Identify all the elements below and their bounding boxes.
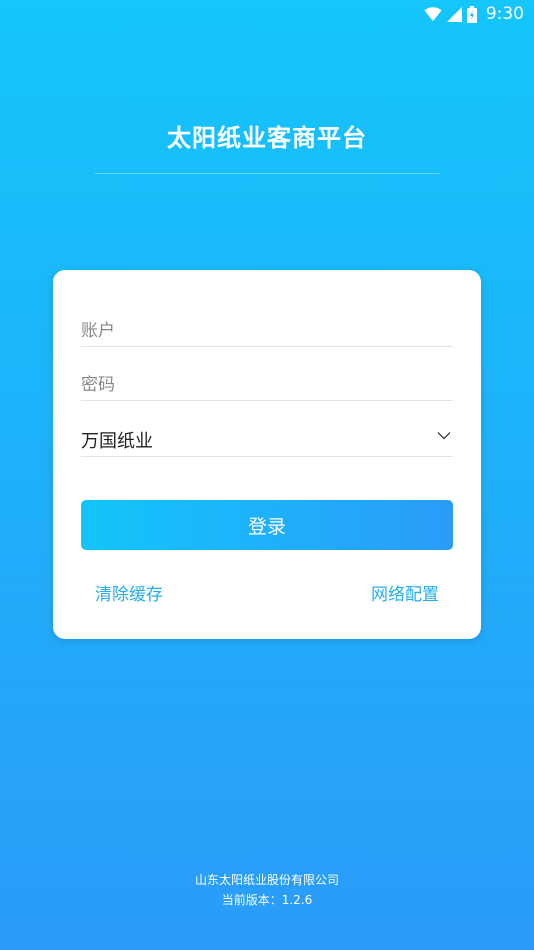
chevron-down-icon <box>437 431 451 439</box>
company-select[interactable]: 万国纸业 <box>81 424 453 457</box>
status-bar: 9:30 <box>0 0 534 28</box>
account-field <box>81 316 453 347</box>
password-input[interactable] <box>81 370 453 400</box>
account-input[interactable] <box>81 316 453 346</box>
login-button[interactable]: 登录 <box>81 500 453 550</box>
status-time: 9:30 <box>485 4 524 24</box>
cellular-signal-icon <box>446 6 462 22</box>
wifi-icon <box>424 6 442 21</box>
title-divider <box>95 173 440 174</box>
battery-icon <box>466 5 477 23</box>
network-config-link[interactable]: 网络配置 <box>371 580 439 605</box>
app-title: 太阳纸业客商平台 <box>167 124 367 152</box>
password-field <box>81 370 453 401</box>
footer-company: 山东太阳纸业股份有限公司 <box>194 873 339 887</box>
company-select-value: 万国纸业 <box>81 431 153 452</box>
footer: 山东太阳纸业股份有限公司 当前版本：1.2.6 <box>0 870 534 910</box>
footer-version: 当前版本：1.2.6 <box>221 893 313 907</box>
clear-cache-link[interactable]: 清除缓存 <box>95 580 163 605</box>
login-card: 万国纸业 登录 清除缓存 网络配置 <box>53 270 481 639</box>
